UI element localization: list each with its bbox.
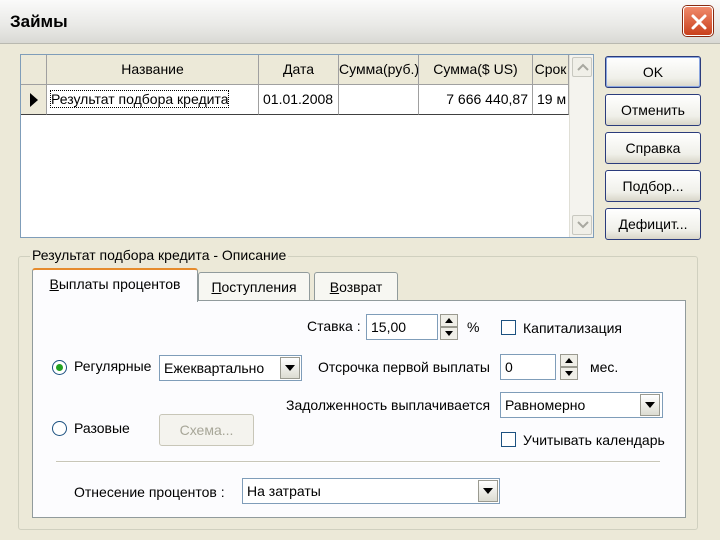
help-button[interactable]: Справка: [605, 132, 701, 164]
column-date-header[interactable]: Дата: [259, 55, 339, 85]
calendar-checkbox[interactable]: [501, 432, 516, 447]
triangle-down-icon: [445, 331, 453, 336]
regular-radio[interactable]: [52, 360, 67, 375]
window-title: Займы: [10, 12, 68, 31]
column-sum-rub-header[interactable]: Сумма(руб.): [339, 55, 419, 85]
header-indicator: [21, 55, 47, 85]
regular-period-value: Ежеквартально: [164, 360, 265, 376]
loans-dialog: Займы Название Дата Сумма(руб.) Сумма($ …: [0, 0, 720, 540]
chevron-up-icon: [577, 63, 589, 71]
selection-button[interactable]: Подбор...: [605, 170, 701, 202]
grid-header: Название Дата Сумма(руб.) Сумма($ US) Ср…: [21, 55, 593, 85]
deferral-down-button[interactable]: [560, 367, 578, 380]
cell-sum-usd[interactable]: 7 666 440,87: [419, 85, 533, 115]
deferral-input[interactable]: 0: [500, 354, 556, 380]
regular-label: Регулярные: [74, 358, 152, 374]
ok-button[interactable]: OK: [605, 56, 701, 88]
access-key-letter: В: [329, 279, 340, 295]
debt-select[interactable]: Равномерно: [500, 392, 663, 418]
deferral-unit: мес.: [590, 359, 619, 375]
scroll-up-button[interactable]: [572, 57, 592, 77]
grid-scrollbar[interactable]: [569, 55, 593, 237]
column-term-header[interactable]: Срок: [533, 55, 569, 85]
triangle-up-icon: [565, 358, 573, 363]
debt-label: Задолженность выплачивается: [286, 397, 491, 413]
deficit-button[interactable]: Дефицит...: [605, 208, 701, 240]
column-name-header[interactable]: Название: [47, 55, 259, 85]
table-row[interactable]: Результат подбора кредита 01.01.2008 7 6…: [21, 85, 569, 115]
close-button[interactable]: [683, 6, 713, 36]
triangle-down-icon: [565, 371, 573, 376]
chevron-down-icon: [577, 221, 589, 229]
tab-repayment[interactable]: Возврат: [314, 272, 398, 300]
attribution-select[interactable]: На затраты: [242, 478, 500, 504]
cell-name-text: Результат подбора кредита: [49, 90, 230, 108]
separator: [56, 461, 660, 463]
column-sum-usd-header[interactable]: Сумма($ US): [419, 55, 533, 85]
one-time-radio[interactable]: [52, 421, 67, 436]
deferral-label: Отсрочка первой выплаты: [318, 359, 490, 375]
rate-input[interactable]: 15,00: [366, 314, 438, 340]
calendar-label: Учитывать календарь: [523, 432, 665, 448]
debt-value: Равномерно: [505, 397, 586, 413]
regular-period-dropdown-button[interactable]: [280, 357, 300, 379]
access-key-letter: П: [211, 279, 222, 295]
triangle-up-icon: [445, 318, 453, 323]
one-time-label: Разовые: [74, 420, 130, 436]
scroll-down-button[interactable]: [572, 215, 592, 235]
deferral-up-button[interactable]: [560, 354, 578, 367]
title-bar[interactable]: Займы: [0, 0, 720, 44]
cell-name[interactable]: Результат подбора кредита: [47, 85, 259, 115]
close-icon: [691, 14, 707, 30]
tab-interest-payments[interactable]: Выплаты процентов: [32, 268, 198, 302]
chevron-down-icon: [483, 488, 493, 494]
attribution-value: На затраты: [247, 483, 321, 499]
attribution-dropdown-button[interactable]: [478, 480, 498, 502]
rate-up-button[interactable]: [440, 314, 458, 327]
chevron-down-icon: [285, 365, 295, 371]
deferral-stepper[interactable]: [560, 354, 578, 380]
scheme-button[interactable]: Схема...: [159, 414, 254, 446]
debt-dropdown-button[interactable]: [640, 394, 660, 416]
loans-grid[interactable]: Название Дата Сумма(руб.) Сумма($ US) Ср…: [20, 54, 594, 238]
row-indicator: [21, 85, 47, 115]
rate-down-button[interactable]: [440, 327, 458, 340]
capitalization-checkbox[interactable]: [501, 320, 516, 335]
cell-sum-rub[interactable]: [339, 85, 419, 115]
chevron-down-icon: [645, 402, 655, 408]
rate-stepper[interactable]: [440, 314, 458, 340]
attribution-label: Отнесение процентов :: [74, 484, 225, 500]
cell-term[interactable]: 19 м: [533, 85, 569, 115]
tab-receipts[interactable]: Поступления: [198, 272, 310, 300]
cancel-button[interactable]: Отменить: [605, 94, 701, 126]
group-title: Результат подбора кредита - Описание: [30, 247, 289, 263]
rate-label: Ставка :: [307, 318, 361, 334]
access-key-letter: В: [49, 276, 59, 292]
capitalization-label: Капитализация: [523, 320, 622, 336]
rate-unit: %: [467, 319, 480, 335]
row-pointer-icon: [30, 93, 38, 107]
cell-date[interactable]: 01.01.2008: [259, 85, 339, 115]
